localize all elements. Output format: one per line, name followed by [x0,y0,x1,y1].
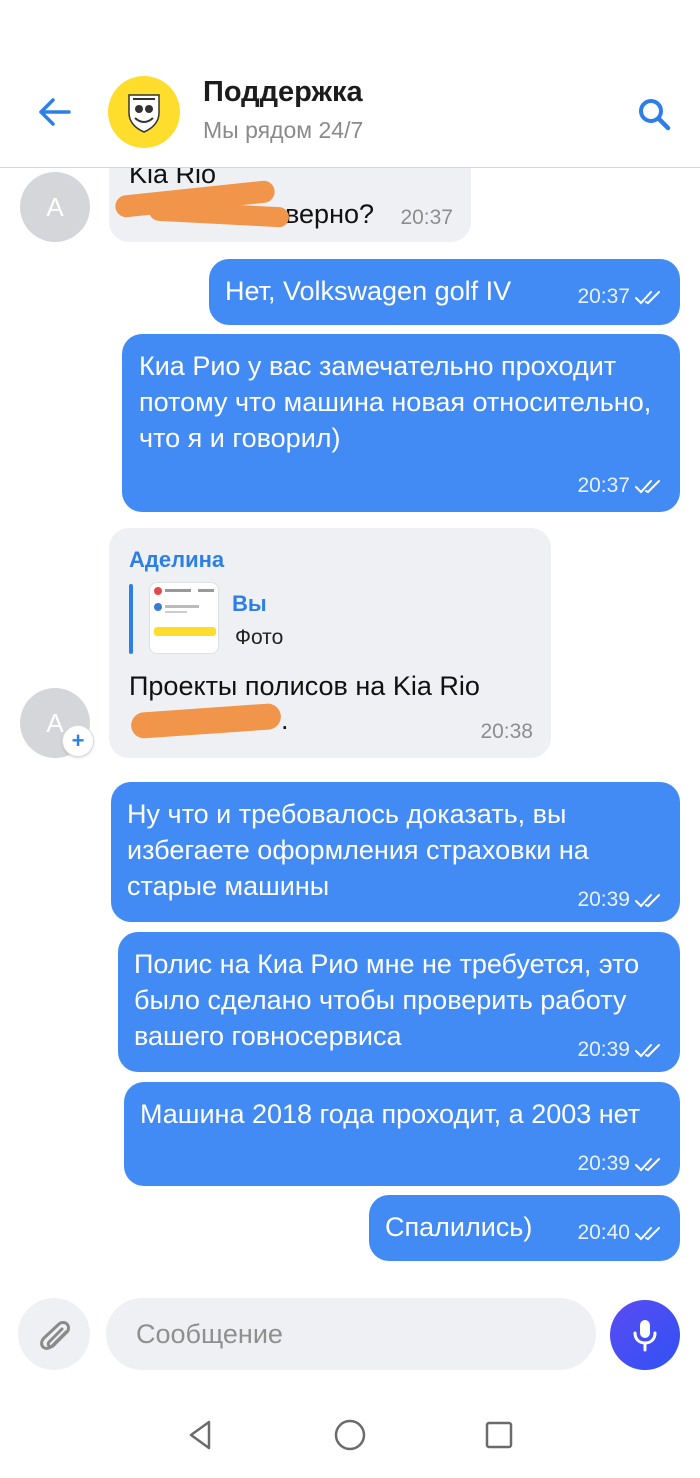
message-list[interactable]: A Kia Rio верно? 20:37 Нет, Volkswagen g… [0,168,700,1280]
reply-thumbnail[interactable] [149,582,219,654]
double-check-icon [635,291,660,305]
message-bubble-incoming[interactable]: Аделина Вы Фото Проекты полисов на Kia R… [109,528,551,758]
nav-back-button[interactable] [175,1410,225,1460]
message-time-wrap: 20:39 [577,1032,662,1068]
tinkoff-crest-icon [128,94,160,133]
message-time: 20:37 [577,474,630,497]
message-time: 20:39 [577,888,630,911]
message-text: Машина 2018 года проходит, а 2003 нет [140,1099,641,1129]
double-check-icon [635,894,660,908]
message-bubble-outgoing[interactable]: Нет, Volkswagen golf IV 20:37 [209,259,680,325]
message-time-wrap: 20:39 [577,882,662,918]
nav-home-button[interactable] [325,1410,375,1460]
message-time: 20:37 [400,206,453,229]
message-time-wrap: 20:40 [577,1215,662,1251]
search-icon [639,99,671,131]
nav-recents-button[interactable] [474,1410,524,1460]
chat-header: Поддержка Мы рядом 24/7 [0,0,700,168]
sender-name: Аделина [129,547,225,572]
double-check-icon [635,1227,660,1241]
chat-subtitle: Мы рядом 24/7 [203,117,364,143]
paperclip-icon [40,1321,70,1350]
double-check-icon [635,1044,660,1058]
message-text: Киа Рио у вас замечательно проходит пото… [139,351,652,453]
message-text: Проекты полисов на Kia Rio [129,671,480,701]
redaction-mark [148,200,290,228]
home-circle-icon [334,1419,366,1451]
message-bubble-outgoing[interactable]: Машина 2018 года проходит, а 2003 нет 20… [124,1082,680,1186]
support-avatar[interactable] [108,76,180,148]
recents-square-icon [485,1421,513,1449]
message-bubble-outgoing[interactable]: Киа Рио у вас замечательно проходит пото… [122,334,680,512]
message-time-wrap: 20:37 [577,468,662,504]
redacted-tail: . [281,705,289,735]
user-avatar[interactable]: A [20,172,90,242]
add-contact-button[interactable]: + [62,725,94,757]
reply-bar [129,584,133,654]
photo-thumbnail-icon [154,587,216,636]
message-time: 20:37 [577,285,630,308]
message-text: Нет, Volkswagen golf IV [225,276,512,306]
message-time: 20:40 [577,1221,630,1244]
message-bubble-outgoing[interactable]: Полис на Киа Рио мне не требуется, это б… [118,932,680,1072]
reply-preview: Фото [235,626,284,649]
double-check-icon [635,1158,660,1172]
reply-author: Вы [232,591,267,616]
double-check-icon [635,480,660,494]
redaction-mark [130,702,282,740]
attach-button[interactable] [18,1298,90,1370]
avatar-letter: A [46,707,64,738]
message-time: 20:39 [577,1152,630,1175]
back-button[interactable] [34,92,74,132]
system-nav-bar [0,1396,700,1478]
message-time: 20:39 [577,1038,630,1061]
message-time-wrap: 20:37 [577,279,662,315]
voice-record-button[interactable] [610,1300,680,1370]
avatar-letter: A [46,191,64,222]
message-bubble-incoming[interactable]: Kia Rio верно? 20:37 [109,168,471,242]
search-button[interactable] [632,92,676,136]
chat-title: Поддержка [203,76,363,108]
back-triangle-icon [189,1420,211,1450]
message-bubble-outgoing[interactable]: Спалились) 20:40 [369,1195,680,1261]
message-time: 20:38 [480,720,533,743]
microphone-icon [633,1320,657,1352]
message-input[interactable] [106,1298,596,1370]
message-time-wrap: 20:39 [577,1146,662,1182]
message-bubble-outgoing[interactable]: Ну что и требовалось доказать, вы избега… [111,782,680,922]
message-text: Спалились) [385,1212,533,1242]
message-text: верно? [285,199,375,229]
arrow-left-icon [39,98,71,126]
